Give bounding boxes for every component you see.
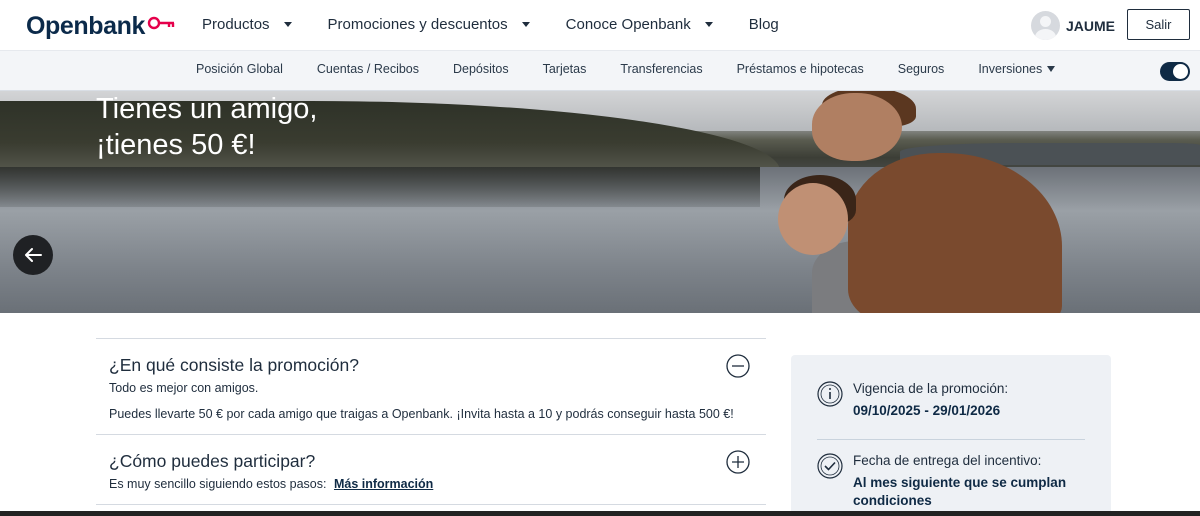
logo-text: Openbank (26, 12, 146, 40)
info-divider (817, 439, 1085, 440)
accordion-section-participar: ¿Cómo puedes participar? Es muy sencillo… (96, 434, 766, 504)
accordion-section-promocion: ¿En qué consiste la promoción? Todo es m… (96, 338, 766, 434)
subnav-prestamos-hipotecas[interactable]: Préstamos e hipotecas (737, 62, 864, 76)
promo-text-intro: Todo es mejor con amigos. (109, 381, 259, 395)
main-navigation: Productos Promociones y descuentos Conoc… (202, 16, 815, 33)
accordion-title-participar[interactable]: ¿Cómo puedes participar? (109, 451, 315, 472)
chevron-down-icon (283, 22, 292, 27)
subnav-cuentas-recibos[interactable]: Cuentas / Recibos (317, 62, 419, 76)
info-row-vigencia: Vigencia de la promoción: 09/10/2025 - 2… (817, 381, 1073, 420)
caret-down-icon (1047, 66, 1056, 72)
arrow-left-icon (25, 248, 42, 262)
nav-promociones-label: Promociones y descuentos (327, 16, 508, 33)
hero-man-face (812, 93, 902, 161)
logo-infinity-icon (147, 16, 175, 29)
nav-promociones[interactable]: Promociones y descuentos (328, 16, 530, 33)
logout-button[interactable]: Salir (1127, 9, 1190, 40)
nav-productos-label: Productos (202, 16, 270, 33)
openbank-logo[interactable]: Openbank (26, 12, 175, 41)
delivery-label: Fecha de entrega del incentivo: (853, 453, 1042, 468)
validity-value: 09/10/2025 - 29/01/2026 (853, 403, 1001, 418)
hero-title: Tienes un amigo, ¡tienes 50 €! (96, 93, 318, 161)
nav-productos[interactable]: Productos (202, 16, 292, 33)
info-icon (817, 381, 843, 407)
delivery-value: Al mes siguiente que se cumplan condicio… (853, 475, 1067, 508)
nav-conoce-label: Conoce Openbank (565, 16, 691, 33)
subnav-depositos[interactable]: Depósitos (453, 62, 509, 76)
theme-toggle[interactable] (1160, 62, 1190, 81)
plus-circle-icon[interactable] (726, 450, 750, 474)
subnav-tarjetas[interactable]: Tarjetas (543, 62, 587, 76)
subnav-inversiones-label: Inversiones (978, 62, 1043, 76)
validity-label: Vigencia de la promoción: (853, 381, 1009, 396)
carousel-prev-button[interactable] (13, 235, 53, 275)
avatar[interactable] (1031, 11, 1060, 40)
hero-woman-face (778, 183, 848, 255)
minus-circle-icon[interactable] (726, 354, 750, 378)
nav-blog[interactable]: Blog (749, 16, 779, 33)
window-bottom-edge (0, 511, 1200, 516)
hero-reflection (0, 167, 760, 207)
participar-text-label: Es muy sencillo siguiendo estos pasos: (109, 477, 327, 491)
chevron-down-icon (521, 22, 530, 27)
secondary-navigation: Posición Global Cuentas / Recibos Depósi… (0, 51, 1200, 91)
accordion-title-promocion[interactable]: ¿En qué consiste la promoción? (109, 355, 359, 376)
subnav-posicion-global[interactable]: Posición Global (196, 62, 283, 76)
hero-banner: Tienes un amigo, ¡tienes 50 €! (0, 91, 1200, 313)
mas-informacion-link[interactable]: Más información (334, 477, 433, 491)
chevron-down-icon (704, 22, 713, 27)
toggle-knob (1173, 64, 1188, 79)
user-name: JAUME (1066, 17, 1116, 34)
promo-info-card: Vigencia de la promoción: 09/10/2025 - 2… (791, 355, 1111, 516)
check-circle-icon (817, 453, 843, 479)
promo-content: ¿En qué consiste la promoción? Todo es m… (0, 313, 1200, 516)
subnav-inversiones[interactable]: Inversiones (978, 62, 1056, 76)
nav-blog-label: Blog (748, 16, 779, 33)
info-row-entrega: Fecha de entrega del incentivo: Al mes s… (817, 453, 1073, 510)
top-navigation-bar: Openbank Productos Promociones y descuen… (0, 0, 1200, 51)
user-profile[interactable]: JAUME (1031, 11, 1115, 40)
promo-text-detail: Puedes llevarte 50 € por cada amigo que … (109, 407, 734, 421)
subnav-seguros[interactable]: Seguros (898, 62, 945, 76)
subnav-transferencias[interactable]: Transferencias (620, 62, 702, 76)
nav-conoce-openbank[interactable]: Conoce Openbank (566, 16, 713, 33)
participar-text: Es muy sencillo siguiendo estos pasos: M… (109, 477, 433, 491)
promo-accordion: ¿En qué consiste la promoción? Todo es m… (96, 338, 766, 516)
